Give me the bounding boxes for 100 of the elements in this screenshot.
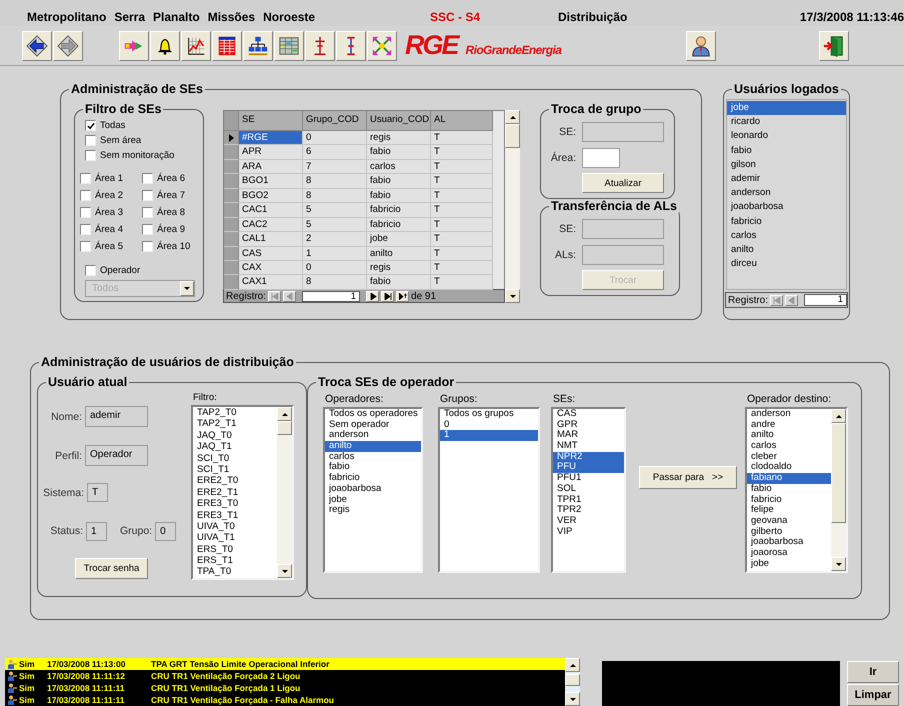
list-item[interactable]: PFU — [553, 462, 624, 474]
list-item[interactable]: Todos os operadores — [325, 409, 421, 420]
list-item[interactable]: jobe — [325, 494, 421, 506]
text-field[interactable]: 0 — [155, 522, 176, 540]
list-item[interactable]: dirceu — [727, 257, 846, 272]
checkbox[interactable] — [142, 224, 153, 235]
last-icon[interactable] — [381, 290, 394, 302]
list-item[interactable]: 1 — [440, 430, 538, 442]
list-item[interactable]: jobe — [727, 101, 846, 116]
list-item[interactable]: joaobarbosa — [727, 200, 846, 214]
checkbox[interactable] — [80, 190, 91, 201]
toolbar-button[interactable] — [22, 30, 52, 60]
button[interactable]: Trocar senha — [75, 558, 148, 579]
column-header[interactable]: Grupo_COD — [303, 111, 367, 131]
menu-item[interactable]: Planalto — [153, 10, 200, 26]
list-item[interactable]: ERS_T0 — [193, 544, 277, 556]
alarm-row[interactable]: Sim 17/03/2008 11:11:11 CRU TR1 Ventilação Forçada - Falha Alarmou — [5, 694, 565, 706]
list-item[interactable]: anilto — [325, 441, 421, 452]
list-item[interactable]: TPR2 — [553, 505, 624, 516]
toolbar-button[interactable] — [150, 30, 180, 60]
checkbox[interactable] — [85, 265, 96, 276]
list-item[interactable]: 0 — [440, 420, 538, 430]
menu-item[interactable]: Metropolitano — [27, 10, 106, 26]
scrollbar[interactable] — [505, 110, 520, 303]
list-item[interactable]: GPR — [553, 420, 624, 430]
menu-item[interactable]: Serra — [114, 10, 146, 26]
list-item[interactable]: TPA_T0 — [193, 566, 277, 578]
list-item[interactable]: regis — [325, 505, 421, 516]
list-item[interactable]: anilto — [747, 430, 831, 442]
list-item[interactable]: joaobarbosa — [325, 484, 421, 494]
first-icon[interactable] — [770, 294, 784, 306]
list-item[interactable]: carlos — [747, 441, 831, 452]
list-item[interactable]: gilberto — [747, 526, 831, 538]
list-item[interactable]: CAS — [553, 409, 624, 420]
list-item[interactable]: UIVA_T1 — [193, 532, 277, 544]
list-item[interactable]: Todos os grupos — [440, 409, 538, 420]
list-item[interactable]: fabricio — [325, 473, 421, 484]
list-item[interactable]: TPR1 — [553, 494, 624, 506]
checkbox[interactable] — [80, 224, 91, 235]
list-item[interactable]: fabricio — [747, 494, 831, 506]
list-item[interactable]: ERE3_T1 — [193, 510, 277, 521]
text-field[interactable]: ademir — [85, 406, 148, 427]
toolbar-button[interactable] — [305, 30, 335, 60]
list-item[interactable]: ERE2_T1 — [193, 486, 277, 498]
record-field[interactable]: 1 — [804, 294, 847, 306]
list-item[interactable]: felipe — [747, 505, 831, 516]
list-item[interactable]: anderson — [727, 186, 846, 200]
list-item[interactable]: cleber — [747, 452, 831, 462]
text-field[interactable]: 1 — [86, 522, 107, 540]
checkbox[interactable] — [142, 173, 153, 184]
checkbox[interactable] — [80, 207, 91, 218]
list-item[interactable]: fabricio — [727, 214, 846, 229]
toolbar-button[interactable] — [243, 30, 273, 60]
list-item[interactable]: SCI_T0 — [193, 452, 277, 464]
checkbox[interactable] — [80, 173, 91, 184]
new-icon[interactable] — [396, 290, 410, 302]
checkbox[interactable] — [142, 241, 153, 252]
text-field[interactable]: T — [87, 483, 108, 502]
toolbar-button[interactable] — [181, 30, 211, 60]
scrollbar[interactable] — [277, 407, 292, 578]
list-item[interactable]: TAP2_T1 — [193, 418, 277, 430]
alarm-row[interactable]: Sim 17/03/2008 11:11:12 CRU TR1 Ventilação Forçada 2 Ligou — [5, 670, 565, 682]
text-field[interactable] — [582, 122, 664, 142]
list-item[interactable]: clodoaldo — [747, 462, 831, 474]
list-item[interactable]: NPR2 — [553, 452, 624, 462]
menu-item[interactable]: Missões — [208, 10, 256, 26]
list-item[interactable]: VIP — [553, 526, 624, 538]
toolbar-button[interactable] — [53, 30, 83, 60]
record-field[interactable]: 1 — [302, 290, 360, 302]
list-item[interactable]: fabio — [325, 462, 421, 474]
scrollbar[interactable] — [565, 658, 580, 706]
list-item[interactable]: VER — [553, 516, 624, 527]
checkbox[interactable] — [142, 207, 153, 218]
column-header[interactable]: AL — [431, 111, 493, 131]
list-item[interactable]: NMT — [553, 441, 624, 452]
list-item[interactable]: anilto — [727, 242, 846, 258]
list-item[interactable]: Sem operador — [325, 420, 421, 430]
list-item[interactable]: TAP2_T0 — [193, 407, 277, 418]
list-item[interactable]: ERS_T1 — [193, 555, 277, 566]
column-header[interactable]: Usuario_COD — [367, 111, 431, 131]
button[interactable]: Limpar — [847, 684, 899, 706]
button[interactable]: Atualizar — [582, 173, 664, 193]
previous-icon[interactable] — [283, 290, 296, 302]
row-selector[interactable] — [224, 131, 239, 146]
list-item[interactable]: fabiano — [747, 473, 831, 484]
list-item[interactable]: ademir — [727, 172, 846, 186]
list-item[interactable]: ERE2_T0 — [193, 475, 277, 487]
list-item[interactable]: andre — [747, 420, 831, 430]
menu-item[interactable]: Noroeste — [263, 10, 316, 26]
button[interactable]: Passar para >> — [639, 466, 737, 489]
text-field[interactable]: Operador — [85, 445, 148, 466]
first-icon[interactable] — [268, 290, 282, 302]
previous-icon[interactable] — [785, 294, 798, 306]
list-item[interactable]: JAQ_T0 — [193, 430, 277, 442]
list-item[interactable]: anderson — [747, 409, 831, 420]
next-icon[interactable] — [366, 290, 380, 302]
list-item[interactable]: joaorosa — [747, 548, 831, 559]
column-header[interactable]: SE — [239, 111, 303, 131]
checkbox[interactable] — [80, 241, 91, 252]
list-item[interactable]: leonardo — [727, 129, 846, 144]
